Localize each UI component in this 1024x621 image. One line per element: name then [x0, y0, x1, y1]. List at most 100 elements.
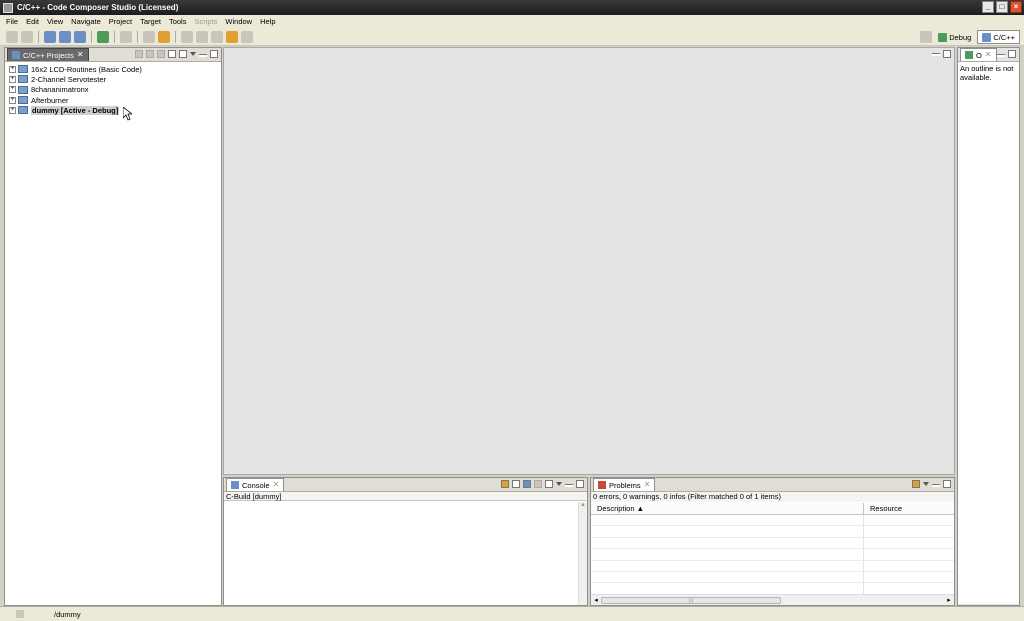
maximize-view-icon[interactable]: [943, 480, 951, 488]
next-annotation-icon[interactable]: [181, 30, 193, 43]
scroll-right-icon[interactable]: ▸: [944, 596, 954, 604]
save-icon[interactable]: [21, 30, 33, 43]
view-menu-icon[interactable]: [190, 52, 196, 56]
minimize-button[interactable]: _: [982, 1, 994, 13]
project-folder-icon: [18, 75, 28, 84]
up-icon[interactable]: [157, 50, 165, 58]
open-console-icon[interactable]: [545, 480, 553, 488]
expand-icon[interactable]: +: [9, 106, 16, 114]
projects-tab-label: C/C++ Projects: [23, 50, 74, 60]
menu-navigate[interactable]: Navigate: [67, 17, 105, 26]
scrollbar-thumb[interactable]: |||: [601, 597, 781, 604]
status-bar: /dummy: [0, 606, 1024, 621]
outline-view-controls: [997, 50, 1016, 58]
perspective-debug[interactable]: Debug: [934, 30, 975, 44]
build-icon[interactable]: [44, 30, 56, 43]
menu-scripts[interactable]: Scripts: [190, 17, 221, 26]
collapse-all-icon[interactable]: [168, 50, 176, 58]
clear-console-icon[interactable]: [512, 480, 520, 488]
tab-console[interactable]: Console ✕: [226, 478, 285, 491]
window-title: C/C++ - Code Composer Studio (Licensed): [17, 3, 179, 12]
console-tab-label: Console: [242, 480, 270, 490]
problems-tab-icon: [598, 481, 606, 489]
back-icon[interactable]: [135, 50, 143, 58]
fast-view-icon[interactable]: [16, 610, 24, 618]
expand-icon[interactable]: +: [9, 65, 16, 73]
console-view-controls: [501, 480, 584, 488]
maximize-view-icon[interactable]: [576, 480, 584, 488]
column-header-resource[interactable]: Resource: [864, 503, 954, 514]
table-row: [591, 560, 954, 572]
problems-tab-label: Problems: [609, 480, 641, 490]
minimize-view-icon[interactable]: [932, 484, 940, 487]
link-editor-icon[interactable]: [179, 50, 187, 58]
menu-window[interactable]: Window: [221, 17, 256, 26]
perspective-switcher: Debug C/C++: [920, 30, 1020, 44]
new-icon[interactable]: [6, 30, 18, 43]
minimize-view-icon[interactable]: [199, 54, 207, 57]
console-scrollbar[interactable]: ▲: [578, 502, 587, 605]
rebuild-icon[interactable]: [59, 30, 71, 43]
projects-view: C/C++ Projects ✕ + 16x2 LCD-Routines (Ba…: [4, 47, 222, 606]
perspective-cpp[interactable]: C/C++: [977, 30, 1020, 44]
menu-file[interactable]: File: [2, 17, 22, 26]
maximize-button[interactable]: □: [996, 1, 1008, 13]
menu-project[interactable]: Project: [105, 17, 136, 26]
minimize-view-icon[interactable]: [997, 54, 1005, 57]
display-console-icon[interactable]: [534, 480, 542, 488]
tab-projects[interactable]: C/C++ Projects ✕: [7, 48, 89, 61]
expand-icon[interactable]: +: [9, 75, 16, 83]
menu-tools[interactable]: Tools: [165, 17, 191, 26]
view-menu-icon[interactable]: [556, 482, 562, 486]
forward-icon[interactable]: [146, 50, 154, 58]
menu-view[interactable]: View: [43, 17, 67, 26]
minimize-view-icon[interactable]: [932, 53, 940, 56]
close-icon[interactable]: ✕: [77, 51, 84, 59]
open-type-icon[interactable]: [143, 30, 155, 43]
build-dropdown-icon[interactable]: [74, 30, 86, 43]
back-arrow-icon[interactable]: [226, 30, 238, 43]
tree-item[interactable]: + 16x2 LCD-Routines (Basic Code): [9, 64, 217, 74]
column-header-description[interactable]: Description ▲: [591, 503, 864, 514]
tab-outline[interactable]: O ✕: [960, 48, 997, 61]
tab-problems[interactable]: Problems ✕: [593, 478, 656, 491]
scroll-up-icon[interactable]: ▲: [579, 502, 587, 508]
scroll-left-icon[interactable]: ◂: [591, 596, 601, 604]
target-icon[interactable]: [120, 30, 132, 43]
maximize-view-icon[interactable]: [943, 50, 951, 58]
forward-arrow-icon[interactable]: [241, 30, 253, 43]
toolbar-separator: [91, 30, 92, 43]
search-icon[interactable]: [158, 30, 170, 43]
expand-icon[interactable]: +: [9, 96, 16, 104]
maximize-view-icon[interactable]: [1008, 50, 1016, 58]
toolbar-separator: [137, 30, 138, 43]
toolbar-separator: [175, 30, 176, 43]
close-icon[interactable]: ✕: [644, 481, 651, 489]
close-icon[interactable]: ✕: [273, 481, 280, 489]
problems-hscrollbar[interactable]: ◂ ||| ▸: [591, 594, 954, 605]
close-icon[interactable]: ✕: [985, 51, 992, 59]
pin-console-icon[interactable]: [523, 480, 531, 488]
maximize-view-icon[interactable]: [210, 50, 218, 58]
problems-table: Description ▲ Resource: [591, 503, 954, 595]
open-perspective-icon[interactable]: [920, 31, 933, 43]
filter-icon[interactable]: [912, 480, 920, 488]
expand-icon[interactable]: +: [9, 86, 16, 94]
close-button[interactable]: ×: [1010, 1, 1022, 13]
tree-item-active[interactable]: + dummy [Active - Debug]: [9, 105, 217, 115]
projects-view-controls: [135, 50, 218, 58]
menu-target[interactable]: Target: [136, 17, 165, 26]
debug-icon[interactable]: [97, 30, 109, 43]
minimize-view-icon[interactable]: [565, 484, 573, 487]
tree-item[interactable]: + 2-Channel Servotester: [9, 74, 217, 84]
menu-help[interactable]: Help: [256, 17, 279, 26]
project-folder-icon: [18, 106, 28, 115]
problems-view: Problems ✕ 0 errors, 0 warnings, 0 infos…: [590, 477, 955, 606]
tree-item[interactable]: + 8chananimatronx: [9, 85, 217, 95]
view-menu-icon[interactable]: [923, 482, 929, 486]
prev-annotation-icon[interactable]: [196, 30, 208, 43]
scroll-lock-icon[interactable]: [501, 480, 509, 488]
menu-edit[interactable]: Edit: [22, 17, 43, 26]
tree-item[interactable]: + Afterburner: [9, 95, 217, 105]
last-edit-icon[interactable]: [211, 30, 223, 43]
